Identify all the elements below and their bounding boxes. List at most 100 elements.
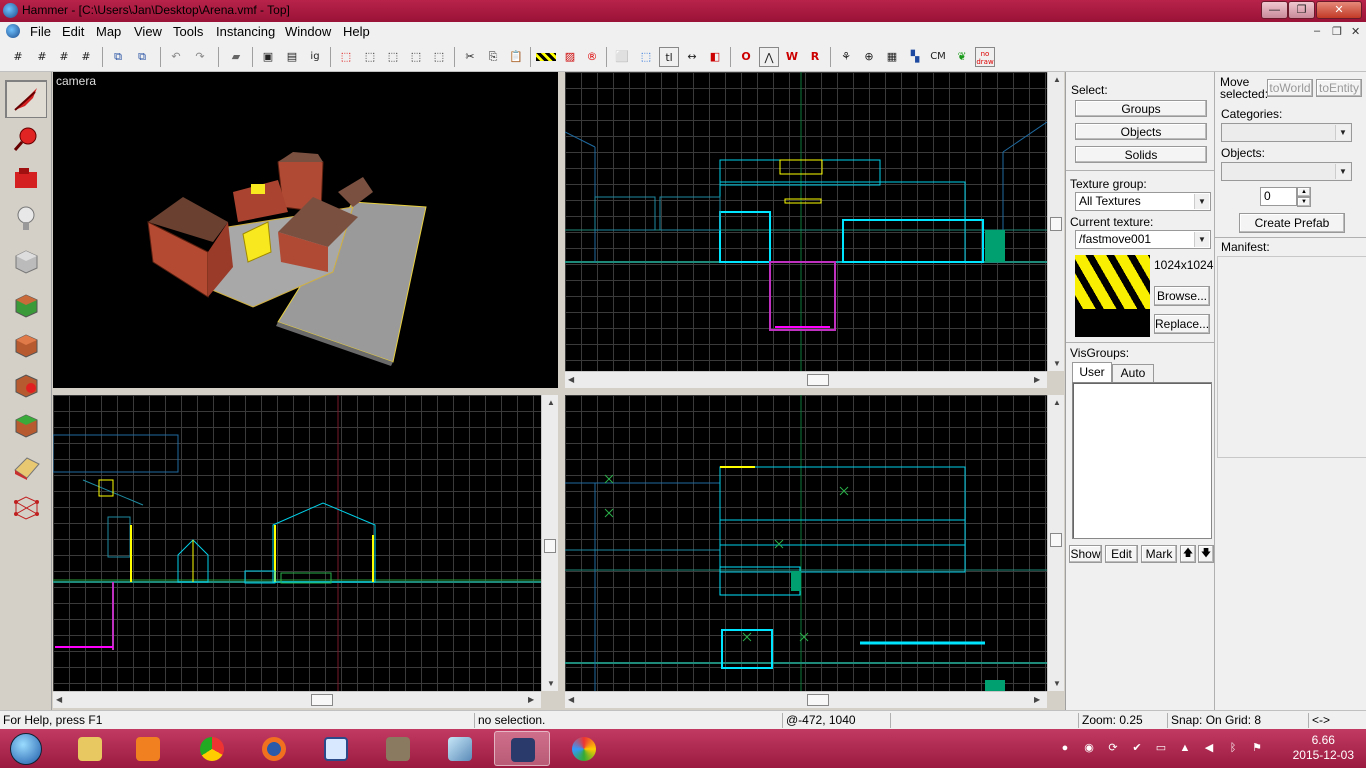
mdi-minimize-button[interactable]: – xyxy=(1314,25,1320,37)
tray-flag-icon[interactable]: ⚑ xyxy=(1250,741,1264,755)
front-viewport-vscroll[interactable]: ▲ ▼ xyxy=(541,395,558,691)
to-world-button[interactable]: toWorld xyxy=(1267,79,1313,97)
grid-3d-icon[interactable]: # xyxy=(76,47,96,67)
texture-application-tool[interactable] xyxy=(5,286,47,324)
tab-auto[interactable]: Auto xyxy=(1112,364,1154,382)
block-tool[interactable] xyxy=(5,242,47,280)
menu-edit[interactable]: Edit xyxy=(62,24,84,39)
minimize-button[interactable]: — xyxy=(1261,1,1288,19)
flip-icon[interactable]: ◧ xyxy=(705,47,725,67)
paste-icon[interactable]: 📋 xyxy=(506,47,526,67)
texture-group-dropdown[interactable]: All Textures ▼ xyxy=(1075,192,1211,211)
visgroup-mark-button[interactable]: Mark xyxy=(1141,545,1177,563)
manifest-list[interactable] xyxy=(1217,256,1366,458)
tl-toggle-icon[interactable]: tl xyxy=(659,47,679,67)
grid-smaller-icon[interactable]: # xyxy=(32,47,52,67)
top-hscroll-thumb[interactable] xyxy=(807,374,829,386)
taskbar-app-5[interactable] xyxy=(308,731,364,766)
browse-button[interactable]: Browse... xyxy=(1154,286,1210,306)
side-viewport[interactable] xyxy=(565,395,1047,691)
display-r-icon[interactable]: R xyxy=(805,47,825,67)
display-path-icon[interactable]: ⋀ xyxy=(759,47,779,67)
decal-tool[interactable] xyxy=(5,366,47,404)
front-viewport-hscroll[interactable]: ◀ ▶ xyxy=(53,691,541,708)
select-dotted-icon[interactable]: ⬚ xyxy=(636,47,656,67)
grid-toggle-icon[interactable]: # xyxy=(8,47,28,67)
create-prefab-button[interactable]: Create Prefab xyxy=(1239,213,1345,233)
ignore-groups-icon[interactable]: ig xyxy=(305,47,325,67)
taskbar-chrome[interactable] xyxy=(184,731,240,766)
select-objects-button[interactable]: Objects xyxy=(1075,123,1207,140)
overlay-tool[interactable] xyxy=(5,406,47,444)
menu-map[interactable]: Map xyxy=(96,24,121,39)
top-viewport[interactable] xyxy=(565,72,1047,371)
selection-tool[interactable] xyxy=(5,80,47,118)
visgroup-show-button[interactable]: Show xyxy=(1069,545,1102,563)
tray-network-icon[interactable]: ▲ xyxy=(1178,741,1192,755)
side-viewport-vscroll[interactable]: ▲ ▼ xyxy=(1047,395,1064,691)
menu-instancing[interactable]: Instancing xyxy=(216,24,275,39)
selection-5-icon[interactable]: ⬚ xyxy=(429,47,449,67)
taskbar-media-player[interactable] xyxy=(120,731,176,766)
front-hscroll-thumb[interactable] xyxy=(311,694,333,706)
menu-window[interactable]: Window xyxy=(285,24,331,39)
clipping-tool[interactable] xyxy=(5,448,47,486)
front-viewport[interactable] xyxy=(53,395,541,691)
select-groups-button[interactable]: Groups xyxy=(1075,100,1207,117)
wireframe-icon[interactable]: ▦ xyxy=(882,47,902,67)
vertex-tool[interactable] xyxy=(5,488,47,526)
camera-viewport[interactable]: camera xyxy=(53,72,558,388)
copy-icon[interactable]: ⎘ xyxy=(483,47,503,67)
top-viewport-hscroll[interactable]: ◀ ▶ xyxy=(565,371,1047,388)
camera-tool[interactable] xyxy=(5,160,47,198)
menu-view[interactable]: View xyxy=(134,24,162,39)
tray-app-icon[interactable]: ● xyxy=(1058,741,1072,755)
hide-selected-icon[interactable]: ▣ xyxy=(258,47,278,67)
maximize-button[interactable]: ❐ xyxy=(1288,1,1315,19)
entity-tool[interactable] xyxy=(5,200,47,238)
to-entity-button[interactable]: toEntity xyxy=(1316,79,1362,97)
globe-icon[interactable]: ⊕ xyxy=(859,47,879,67)
carve-icon[interactable]: ▰ xyxy=(226,47,246,67)
tray-sync-icon[interactable]: ⟳ xyxy=(1106,741,1120,755)
count-up-button[interactable]: ▲ xyxy=(1297,187,1311,197)
objects-dropdown[interactable]: ▼ xyxy=(1221,162,1352,181)
menu-tools[interactable]: Tools xyxy=(173,24,203,39)
object-count-input[interactable]: 0 xyxy=(1260,187,1297,206)
ungroup-icon[interactable]: ⧉ xyxy=(132,47,152,67)
undo-icon[interactable]: ↶ xyxy=(166,47,186,67)
top-viewport-vscroll[interactable]: ▲ ▼ xyxy=(1047,72,1064,371)
current-texture-dropdown[interactable]: /fastmove001 ▼ xyxy=(1075,230,1211,249)
count-down-button[interactable]: ▼ xyxy=(1297,197,1311,207)
mdi-restore-button[interactable]: ❐ xyxy=(1332,25,1342,38)
selection-3-icon[interactable]: ⬚ xyxy=(383,47,403,67)
texture-lock-icon[interactable] xyxy=(536,53,556,61)
menu-file[interactable]: File xyxy=(30,24,51,39)
visgroup-edit-button[interactable]: Edit xyxy=(1105,545,1138,563)
tray-bluetooth-icon[interactable]: ᛒ xyxy=(1226,741,1240,755)
tab-user[interactable]: User xyxy=(1072,362,1112,382)
grid-larger-icon[interactable]: # xyxy=(54,47,74,67)
close-button[interactable]: ✕ xyxy=(1316,1,1362,19)
tray-check-icon[interactable]: ✔ xyxy=(1130,741,1144,755)
visgroup-down-button[interactable]: 🡇 xyxy=(1198,545,1214,563)
taskbar-clock[interactable]: 6.66 2015-12-03 xyxy=(1293,733,1354,763)
side-vscroll-thumb[interactable] xyxy=(1050,533,1062,547)
model-icon[interactable]: ⚘ xyxy=(836,47,856,67)
document-icon[interactable] xyxy=(6,24,20,38)
texture-preview[interactable] xyxy=(1075,255,1150,309)
apply-current-texture-tool[interactable] xyxy=(5,326,47,364)
texture-scale-lock-icon[interactable]: ▨ xyxy=(560,47,580,67)
taskbar-app-7[interactable] xyxy=(432,731,488,766)
display-w-icon[interactable]: W xyxy=(782,47,802,67)
split-icon[interactable]: ↔ xyxy=(682,47,702,67)
start-button[interactable] xyxy=(5,731,47,766)
leaf-icon[interactable]: ❦ xyxy=(952,47,972,67)
redo-icon[interactable]: ↷ xyxy=(190,47,210,67)
taskbar-gimp[interactable] xyxy=(370,731,426,766)
cubemap-icon[interactable]: CM xyxy=(926,47,950,67)
side-viewport-hscroll[interactable]: ◀ ▶ xyxy=(565,691,1047,708)
tray-device-icon[interactable]: ▭ xyxy=(1154,741,1168,755)
tray-steam-icon[interactable]: ◉ xyxy=(1082,741,1096,755)
side-hscroll-thumb[interactable] xyxy=(807,694,829,706)
